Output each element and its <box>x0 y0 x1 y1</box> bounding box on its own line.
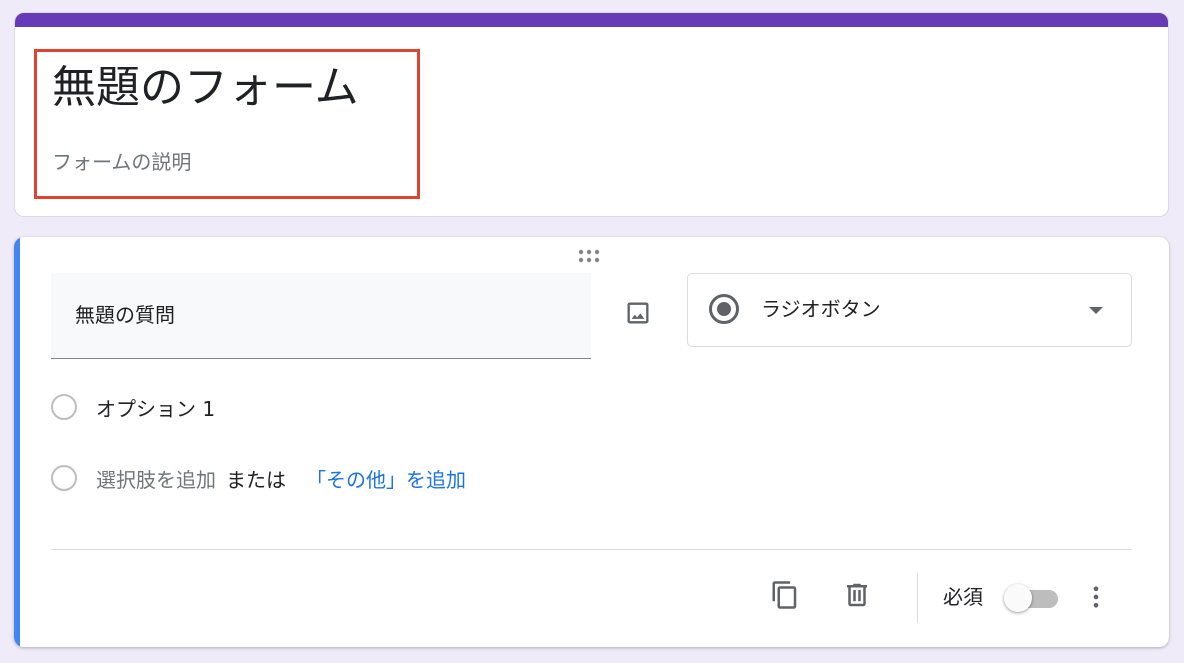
radio-circle-icon <box>51 394 77 420</box>
copy-icon <box>772 581 797 609</box>
radio-circle-icon <box>51 465 77 491</box>
add-image-button[interactable] <box>612 287 664 339</box>
question-type-label: ラジオボタン <box>761 297 881 321</box>
footer-vertical-divider <box>917 573 918 623</box>
radio-button-checked-icon <box>709 294 739 324</box>
theme-accent-bar <box>15 13 1168 27</box>
option-row[interactable]: オプション 1 <box>51 391 215 423</box>
active-card-indicator <box>14 237 20 647</box>
option-label[interactable]: オプション 1 <box>96 393 215 422</box>
more-vert-icon <box>1093 586 1099 608</box>
required-toggle[interactable] <box>1002 581 1062 613</box>
add-option-input[interactable]: 選択肢を追加 <box>96 464 216 493</box>
question-card[interactable]: 無題の質問 ラジオボタン オプション 1 選択肢を追加 または 「その他」を追加 <box>14 237 1169 647</box>
card-divider <box>51 549 1132 550</box>
duplicate-button[interactable] <box>761 571 809 619</box>
more-options-button[interactable] <box>1072 573 1120 621</box>
add-option-row[interactable]: 選択肢を追加 または 「その他」を追加 <box>51 462 466 494</box>
required-label: 必須 <box>943 585 983 609</box>
question-title-text: 無題の質問 <box>75 303 175 327</box>
arrow-drop-down-icon <box>1089 307 1103 314</box>
question-type-dropdown[interactable]: ラジオボタン <box>687 273 1132 347</box>
or-text: または <box>226 467 286 492</box>
form-description-field[interactable]: フォームの説明 <box>52 148 191 176</box>
trash-icon <box>847 583 867 607</box>
form-title[interactable]: 無題のフォーム <box>52 58 359 118</box>
drag-handle-icon[interactable] <box>578 248 604 263</box>
form-header-card[interactable]: 無題のフォーム フォームの説明 <box>14 12 1169 217</box>
toggle-thumb <box>1004 584 1032 612</box>
add-other-link[interactable]: 「その他」を追加 <box>306 464 466 493</box>
question-title-input[interactable]: 無題の質問 <box>51 273 591 359</box>
delete-button[interactable] <box>833 571 881 619</box>
image-icon <box>627 302 649 324</box>
